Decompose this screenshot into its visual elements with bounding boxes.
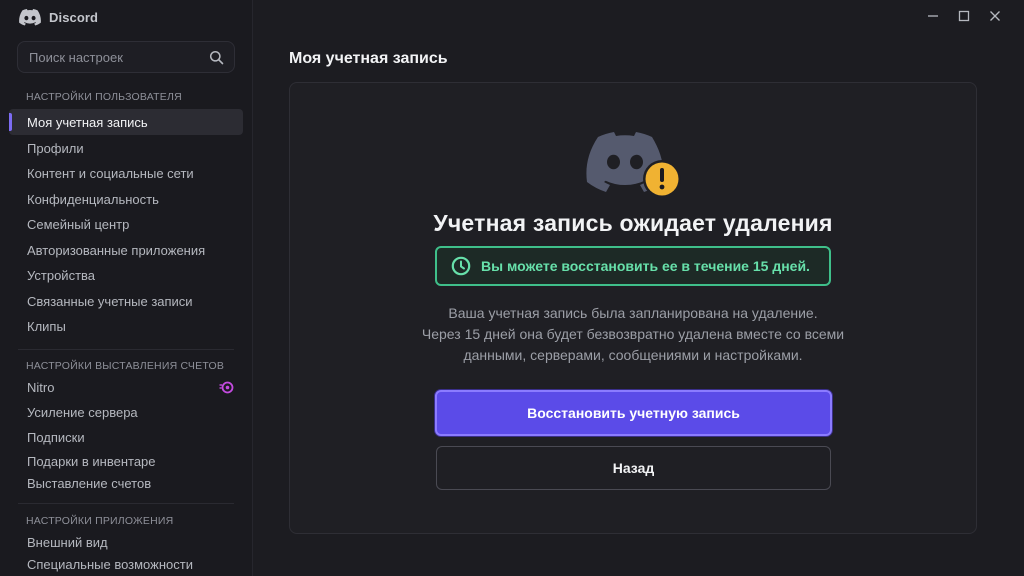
close-button[interactable] bbox=[979, 6, 1010, 26]
sidebar-item-clips[interactable]: Клипы bbox=[9, 313, 243, 339]
settings-sidebar: Discord НАСТРОЙКИ ПОЛЬЗОВАТЕЛЯ Моя учетн… bbox=[0, 0, 253, 576]
section-title-app-settings: НАСТРОЙКИ ПРИЛОЖЕНИЯ bbox=[26, 515, 174, 527]
sidebar-item-privacy[interactable]: Конфиденциальность bbox=[9, 186, 243, 212]
search-input[interactable] bbox=[27, 48, 209, 66]
notice-text: Вы можете восстановить ее в течение 15 д… bbox=[481, 258, 810, 274]
minimize-icon bbox=[927, 15, 938, 17]
sidebar-item-subscriptions[interactable]: Подписки bbox=[9, 424, 243, 450]
sidebar-item-label: Nitro bbox=[27, 379, 55, 395]
section-title-billing-settings: НАСТРОЙКИ ВЫСТАВЛЕНИЯ СЧЕТОВ bbox=[26, 360, 225, 372]
search-icon[interactable] bbox=[209, 50, 224, 65]
discord-warning-icon bbox=[586, 132, 681, 198]
maximize-button[interactable] bbox=[948, 6, 979, 26]
app-name: Discord bbox=[49, 9, 99, 25]
deletion-headline: Учетная запись ожидает удаления bbox=[433, 210, 833, 236]
section-title-user-settings: НАСТРОЙКИ ПОЛЬЗОВАТЕЛЯ bbox=[26, 91, 182, 103]
description-line: Ваша учетная запись была запланирована н… bbox=[448, 305, 818, 321]
discord-logo-icon bbox=[19, 8, 41, 25]
deletion-description: Ваша учетная запись была запланирована н… bbox=[290, 303, 976, 366]
sidebar-item-server-boost[interactable]: Усиление сервера bbox=[9, 399, 243, 425]
deletion-pending-card: Учетная запись ожидает удаления Вы может… bbox=[289, 82, 977, 534]
app-window: Discord НАСТРОЙКИ ПОЛЬЗОВАТЕЛЯ Моя учетн… bbox=[0, 0, 1024, 576]
minimize-button[interactable] bbox=[917, 6, 948, 26]
clock-icon bbox=[451, 256, 471, 276]
sidebar-item-accessibility[interactable]: Специальные возможности bbox=[9, 551, 243, 576]
sidebar-item-family-center[interactable]: Семейный центр bbox=[9, 211, 243, 237]
back-button[interactable]: Назад bbox=[436, 446, 831, 490]
app-brand: Discord bbox=[19, 7, 98, 27]
sidebar-item-profiles[interactable]: Профили bbox=[9, 135, 243, 161]
sidebar-divider bbox=[18, 503, 234, 504]
description-line: Через 15 дней она будет безвозвратно уда… bbox=[421, 326, 845, 342]
sidebar-item-devices[interactable]: Устройства bbox=[9, 262, 243, 288]
restore-window-notice: Вы можете восстановить ее в течение 15 д… bbox=[435, 246, 831, 286]
sidebar-item-my-account[interactable]: Моя учетная запись bbox=[9, 109, 243, 135]
sidebar-item-content-social[interactable]: Контент и социальные сети bbox=[9, 160, 243, 186]
nitro-icon bbox=[219, 380, 234, 395]
maximize-icon bbox=[958, 10, 969, 22]
window-controls bbox=[917, 6, 1010, 26]
sidebar-divider bbox=[18, 349, 234, 350]
page-title: Моя учетная запись bbox=[289, 50, 448, 67]
sidebar-item-nitro[interactable]: Nitro bbox=[9, 374, 243, 400]
description-line: данными, серверами, сообщениями и настро… bbox=[463, 347, 803, 363]
sidebar-item-billing[interactable]: Выставление счетов bbox=[9, 470, 243, 496]
settings-search[interactable] bbox=[17, 41, 235, 73]
sidebar-item-authorized-apps[interactable]: Авторизованные приложения bbox=[9, 237, 243, 263]
restore-account-button[interactable]: Восстановить учетную запись bbox=[435, 390, 832, 436]
close-icon bbox=[989, 11, 1000, 21]
discord-warning-illustration bbox=[586, 128, 682, 200]
sidebar-item-connections[interactable]: Связанные учетные записи bbox=[9, 288, 243, 314]
